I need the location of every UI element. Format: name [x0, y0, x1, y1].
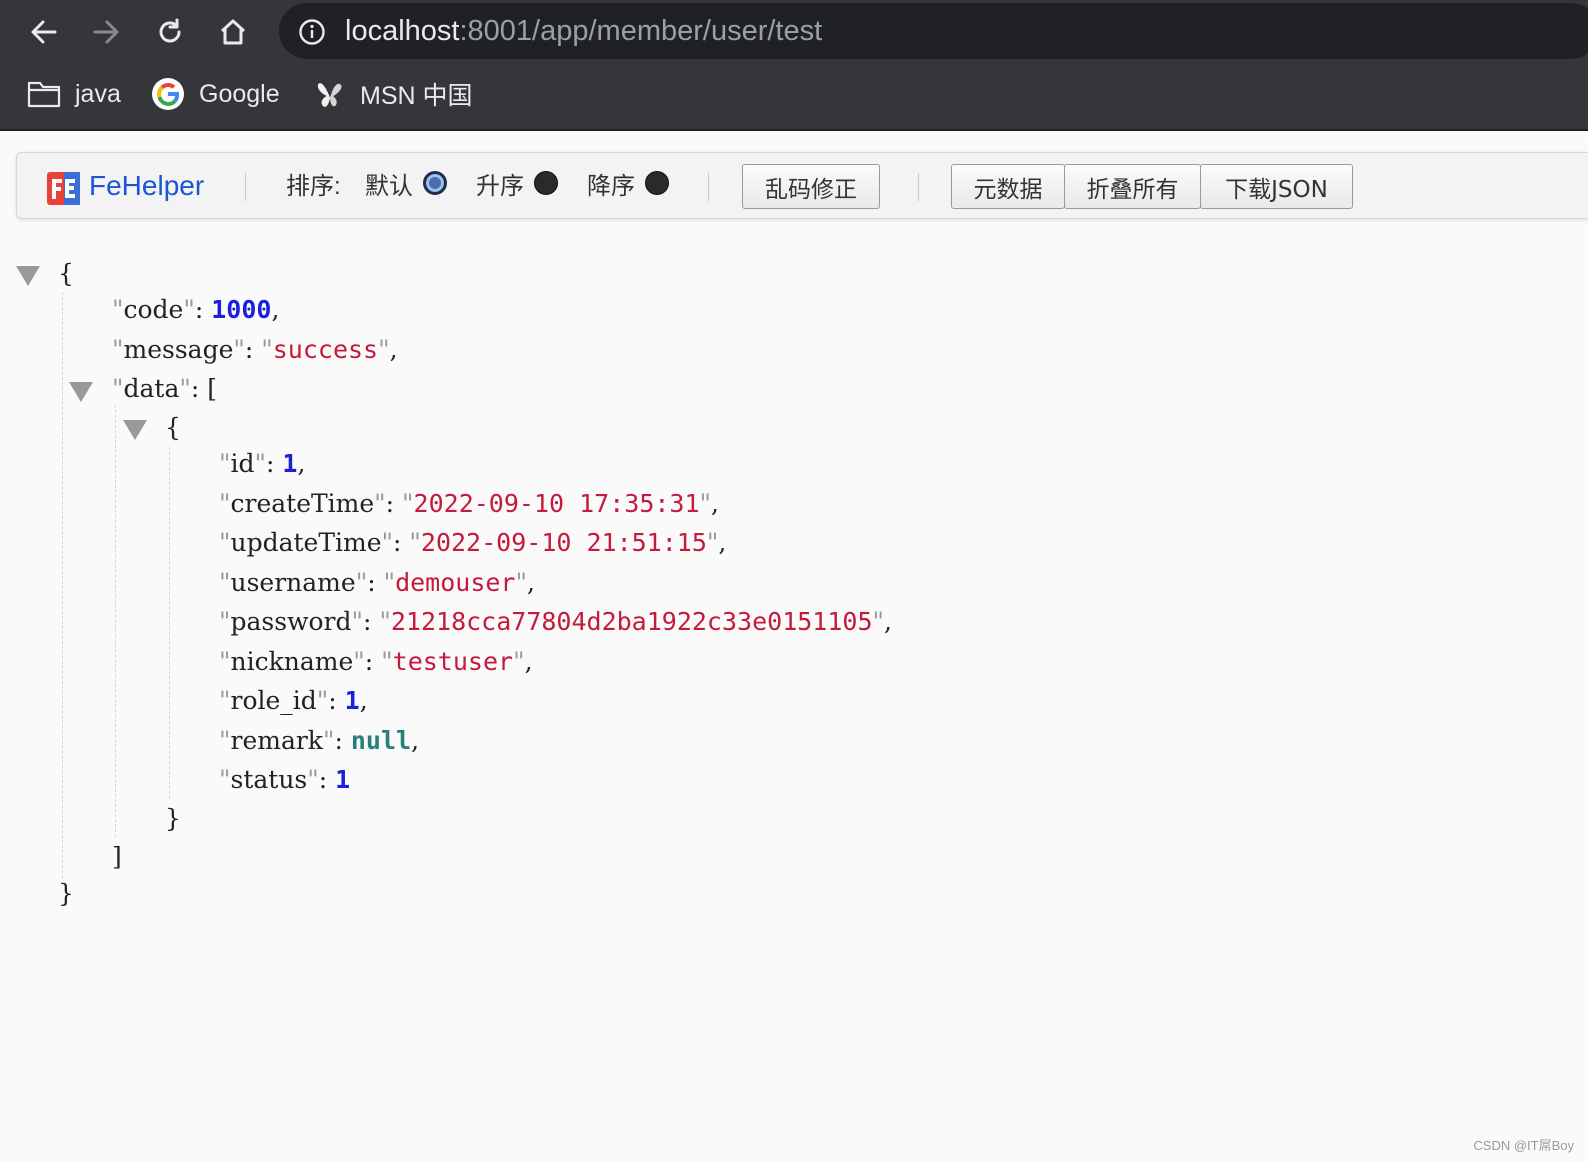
- json-value: 2022-09-10 21:51:15: [420, 528, 707, 557]
- bookmark-msn[interactable]: MSN 中国: [314, 74, 473, 114]
- json-key: remark: [230, 726, 323, 755]
- bookmark-label: java: [75, 79, 121, 108]
- info-icon[interactable]: [298, 18, 326, 46]
- url-text[interactable]: localhost:8001/app/member/user/test: [345, 14, 822, 48]
- json-key: code: [123, 295, 184, 324]
- fehelper-logo-icon: [47, 172, 80, 205]
- json-value: 2022-09-10 17:35:31: [413, 489, 700, 518]
- arrow-right-icon: [93, 20, 119, 44]
- json-row-status: "status": 1: [219, 765, 351, 794]
- json-key: id: [230, 449, 255, 478]
- json-key: createTime: [230, 489, 375, 518]
- json-key: username: [230, 568, 356, 597]
- json-row-nickname: "nickname": "testuser",: [219, 647, 533, 676]
- address-bar[interactable]: localhost:8001/app/member/user/test: [279, 3, 1588, 59]
- fehelper-toolbar: FeHelper 排序: 默认 升序 降序 乱码修正 元数据 折叠所有 下载JS…: [16, 152, 1588, 219]
- json-key: message: [123, 335, 234, 364]
- json-row-id: "id": 1,: [219, 449, 306, 478]
- sort-default-radio[interactable]: [423, 171, 447, 195]
- json-row-data: "data": [: [112, 374, 217, 403]
- json-row-message: "message": "success",: [112, 335, 398, 364]
- indent-guide: [169, 447, 170, 799]
- browser-chrome: localhost:8001/app/member/user/test java…: [0, 0, 1588, 131]
- home-icon: [220, 19, 246, 45]
- json-row-updateTime: "updateTime": "2022-09-10 21:51:15",: [219, 528, 727, 557]
- json-key: nickname: [230, 647, 354, 676]
- json-row-remark: "remark": null,: [219, 726, 420, 755]
- sort-desc-radio[interactable]: [645, 171, 669, 195]
- sort-default-label[interactable]: 默认: [365, 171, 413, 203]
- json-key: password: [230, 607, 352, 636]
- reload-icon: [159, 18, 181, 43]
- toolbar-divider: [918, 173, 919, 201]
- json-value: 1: [344, 686, 360, 715]
- bookmark-google[interactable]: Google: [151, 74, 280, 114]
- msn-butterfly-icon: [317, 83, 342, 107]
- sort-asc-radio[interactable]: [534, 171, 558, 195]
- bookmark-java[interactable]: java: [27, 74, 121, 114]
- collapse-toggle-icon[interactable]: [16, 266, 40, 286]
- json-row-code: "code": 1000,: [112, 295, 280, 324]
- json-value: 1: [335, 765, 351, 794]
- collapse-toggle-icon[interactable]: [69, 382, 93, 402]
- json-key: updateTime: [230, 528, 382, 557]
- json-open-brace: {: [58, 259, 74, 288]
- back-button[interactable]: [24, 12, 64, 52]
- watermark: CSDN @IT屌Boy: [1473, 1138, 1574, 1153]
- json-close-brace: }: [58, 879, 74, 908]
- toolbar-divider: [245, 173, 246, 201]
- json-object-close-brace: }: [165, 804, 181, 833]
- json-object-open-brace: {: [165, 413, 181, 442]
- collapse-toggle-icon[interactable]: [123, 420, 147, 440]
- bookmark-label: Google: [199, 79, 280, 108]
- sort-label: 排序:: [286, 173, 341, 200]
- fix-encoding-button[interactable]: 乱码修正: [742, 164, 880, 209]
- json-value: 21218cca77804d2ba1922c33e0151105: [390, 607, 873, 636]
- json-row-password: "password": "21218cca77804d2ba1922c33e01…: [219, 607, 892, 636]
- folder-icon: [27, 81, 61, 108]
- arrow-left-icon: [31, 20, 57, 44]
- json-value: 1: [282, 449, 298, 478]
- reload-button[interactable]: [150, 12, 190, 52]
- json-value: demouser: [395, 568, 516, 597]
- google-icon: [152, 78, 184, 110]
- json-value: null: [350, 726, 412, 755]
- url-host: localhost: [345, 15, 460, 47]
- indent-guide: [115, 405, 116, 837]
- forward-button[interactable]: [86, 12, 126, 52]
- download-json-button[interactable]: 下载JSON: [1200, 164, 1353, 209]
- json-row-createTime: "createTime": "2022-09-10 17:35:31",: [219, 489, 719, 518]
- url-path: :8001/app/member/user/test: [459, 15, 823, 47]
- json-value: 1000: [211, 295, 272, 324]
- indent-guide: [62, 292, 63, 878]
- json-row-username: "username": "demouser",: [219, 568, 535, 597]
- sort-desc-label[interactable]: 降序: [587, 171, 635, 203]
- fehelper-title: FeHelper: [89, 170, 205, 201]
- bookmark-label: MSN 中国: [360, 82, 473, 110]
- json-value: success: [272, 335, 379, 364]
- json-key: status: [230, 765, 308, 794]
- toolbar-divider: [708, 173, 709, 201]
- json-value: testuser: [392, 647, 514, 676]
- collapse-all-button[interactable]: 折叠所有: [1064, 164, 1201, 209]
- sort-asc-label[interactable]: 升序: [476, 171, 524, 203]
- json-row-role_id: "role_id": 1,: [219, 686, 368, 715]
- json-array-close-bracket: ]: [112, 842, 122, 871]
- json-key: role_id: [230, 686, 317, 715]
- home-button[interactable]: [213, 12, 253, 52]
- json-key: data: [123, 374, 180, 403]
- metadata-button[interactable]: 元数据: [951, 164, 1065, 209]
